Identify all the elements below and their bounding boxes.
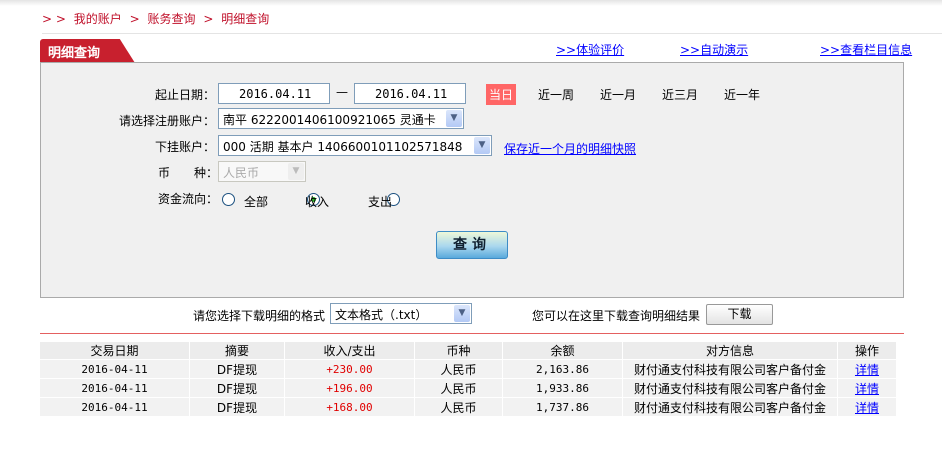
download-format-label: 请您选择下载明细的格式 [193,309,326,323]
cell-amount: +196.00 [285,379,415,397]
experience-rating-link[interactable]: >>体验评价 [556,41,624,58]
detail-table: 交易日期 摘要 收入/支出 币种 余额 对方信息 操作 2016-04-11 DF… [40,341,897,417]
detail-link[interactable]: 详情 [855,401,879,415]
auto-demo-link[interactable]: >>自动演示 [680,41,748,58]
col-counterparty: 对方信息 [623,342,838,359]
column-info-link[interactable]: >>查看栏目信息 [820,41,912,58]
detail-link[interactable]: 详情 [855,382,879,396]
breadcrumb-account-query[interactable]: 账务查询 [148,12,196,26]
breadcrumb-sep: > [129,12,140,26]
col-action: 操作 [838,342,897,359]
col-balance: 余额 [503,342,623,359]
detail-link[interactable]: 详情 [855,363,879,377]
currency-select-value: 人民币 [223,166,260,180]
cell-date: 2016-04-11 [40,360,190,378]
currency-select[interactable]: 人民币 ▼ [218,161,306,182]
breadcrumb: > > 我的账户 > 账务查询 > 明细查询 [42,10,273,27]
table-header: 交易日期 摘要 收入/支出 币种 余额 对方信息 操作 [40,342,897,359]
range-month[interactable]: 近一月 [600,86,636,103]
cell-amount: +230.00 [285,360,415,378]
chevron-down-icon[interactable]: ▼ [454,305,470,322]
save-snapshot-link[interactable]: 保存近一个月的明细快照 [504,140,636,157]
flow-income-label[interactable]: 收入 [305,193,329,210]
table-row: 2016-04-11 DF提现 +230.00 人民币 2,163.86 财付通支付科技有… [40,360,897,378]
flow-all-label[interactable]: 全部 [244,193,268,210]
chevron-down-icon: ▼ [288,163,304,180]
cell-action: 详情 [838,398,897,416]
range-year[interactable]: 近一年 [724,86,760,103]
download-button[interactable]: 下载 [706,304,773,325]
cell-currency: 人民币 [415,379,503,397]
account-select-value: 南平 6222001406100921065 灵通卡 [223,113,436,127]
breadcrumb-sep: > [203,12,214,26]
cell-summary: DF提现 [190,379,285,397]
sub-account-label: 下挂账户： [154,140,215,154]
cell-summary: DF提现 [190,398,285,416]
account-label: 请选择注册账户： [118,114,215,128]
col-summary: 摘要 [190,342,285,359]
flow-label: 资金流向： [158,192,219,206]
chevron-down-icon[interactable]: ▼ [446,110,462,127]
cell-counterparty: 财付通支付科技有限公司客户备付金 [623,398,838,416]
breadcrumb-arrows: > > [42,12,66,26]
start-date-input[interactable]: 2016.04.11 [218,83,330,104]
query-button[interactable]: 查询 [436,231,508,259]
range-today[interactable]: 当日 [486,84,517,105]
col-amount: 收入/支出 [285,342,415,359]
cell-amount: +168.00 [285,398,415,416]
cell-summary: DF提现 [190,360,285,378]
cell-date: 2016-04-11 [40,398,190,416]
date-dash: — [336,85,348,99]
breadcrumb-detail-query: 明细查询 [221,12,270,26]
cell-action: 详情 [838,379,897,397]
cell-balance: 1,737.86 [503,398,623,416]
col-currency: 币种 [415,342,503,359]
cell-balance: 1,933.86 [503,379,623,397]
flow-all-radio[interactable] [222,193,235,206]
currency-label: 币 种： [158,166,219,180]
sub-account-select[interactable]: 000 活期 基本户 1406600101102571848 ▼ [218,135,492,156]
cell-currency: 人民币 [415,398,503,416]
breadcrumb-my-account[interactable]: 我的账户 [74,12,122,26]
end-date-input[interactable]: 2016.04.11 [354,83,466,104]
range-week[interactable]: 近一周 [538,86,574,103]
date-label: 起止日期： [154,88,215,102]
sub-account-select-value: 000 活期 基本户 1406600101102571848 [223,140,463,154]
flow-expense-label[interactable]: 支出 [368,193,392,210]
cell-counterparty: 财付通支付科技有限公司客户备付金 [623,379,838,397]
cell-counterparty: 财付通支付科技有限公司客户备付金 [623,360,838,378]
divider [40,333,904,334]
cell-currency: 人民币 [415,360,503,378]
table-row: 2016-04-11 DF提现 +196.00 人民币 1,933.86 财付通支付科技有… [40,379,897,397]
divider [42,33,942,34]
top-shadow [0,0,942,6]
col-date: 交易日期 [40,342,190,359]
chevron-down-icon[interactable]: ▼ [474,137,490,154]
download-format-select[interactable]: 文本格式（.txt） ▼ [330,303,472,324]
cell-balance: 2,163.86 [503,360,623,378]
download-hint: 您可以在这里下载查询明细结果 [532,309,701,323]
account-select[interactable]: 南平 6222001406100921065 灵通卡 ▼ [218,108,464,129]
download-format-value: 文本格式（.txt） [335,308,428,322]
cell-date: 2016-04-11 [40,379,190,397]
section-tab: 明细查询 [40,39,135,63]
cell-action: 详情 [838,360,897,378]
range-3months[interactable]: 近三月 [662,86,698,103]
table-row: 2016-04-11 DF提现 +168.00 人民币 1,737.86 财付通支付科技有… [40,398,897,416]
